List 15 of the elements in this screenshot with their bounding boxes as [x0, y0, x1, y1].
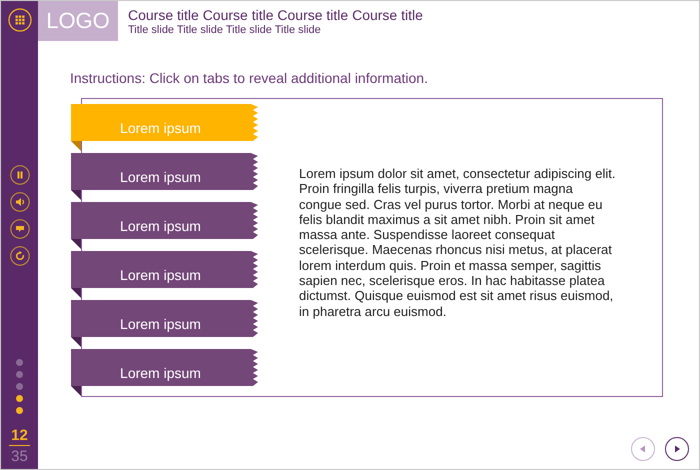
- captions-button[interactable]: [10, 219, 30, 239]
- slide-title: Title slide Title slide Title slide Title slide: [128, 24, 322, 36]
- content-text: Lorem ipsum dolor sit amet, consectetur adipiscing elit. Proin fringilla felis turpis, viverra pretium magna congue sed. Cras vel purus tortor. Morbi at neque eu felis blandit maximus a sit amet nibh. Proin sit amet massa ante. Suspendisse laoreet consequat scelerisque. Maecenas rhoncus nisi metus, at placerat lorem interdum quis. Proin et massa semper, sagittis sapien nec, scelerisque eros. In hac habitasse platea dictumst. Quisque euismod est sit amet risus euismod, in pharetra arcu euismod.: [299, 166, 616, 321]
- pause-button[interactable]: [10, 165, 30, 185]
- replay-button[interactable]: [10, 246, 30, 266]
- logo: LOGO: [38, 1, 118, 41]
- menu-icon[interactable]: [8, 8, 32, 32]
- instructions: Instructions: Click on tabs to reveal additional information.: [70, 70, 429, 86]
- right-triangle-icon: [672, 444, 682, 454]
- next-button[interactable]: [665, 437, 689, 461]
- audio-button[interactable]: [10, 192, 30, 212]
- total-pages: 35: [11, 447, 28, 465]
- course-title: Course title Course title Course title Course title: [128, 7, 423, 23]
- current-page: 12: [9, 427, 30, 446]
- left-triangle-icon: [638, 444, 648, 454]
